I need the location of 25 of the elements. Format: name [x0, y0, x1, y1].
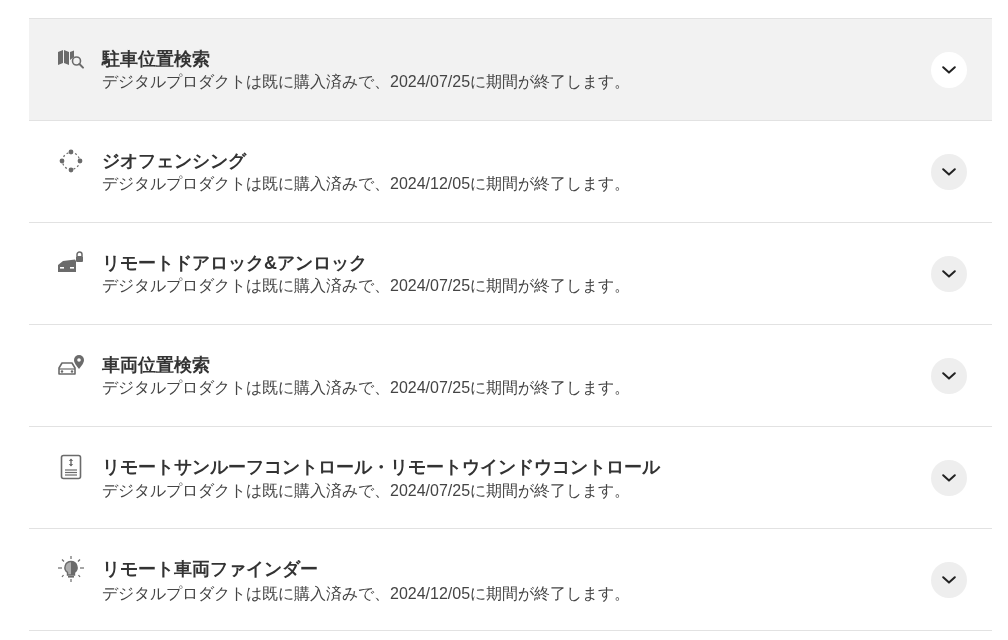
product-description: デジタルプロダクトは既に購入済みで、2024/12/05に期間が終了します。 [102, 173, 632, 194]
dotted-circle-icon [59, 148, 83, 173]
expand-button[interactable] [931, 561, 967, 598]
map-search-icon [57, 48, 85, 69]
car-pin-icon [57, 353, 85, 376]
expand-button[interactable] [931, 357, 967, 394]
list-row[interactable]: 駐車位置検索 デジタルプロダクトは既に購入済みで、2024/07/25に期間が終了します。 [29, 19, 992, 121]
product-description: デジタルプロダクトは既に購入済みで、2024/12/05に期間が終了します。 [102, 583, 632, 604]
product-title: 車両位置検索 [102, 353, 211, 377]
panel-arrows-icon [60, 453, 82, 480]
product-description: デジタルプロダクトは既に購入済みで、2024/07/25に期間が終了します。 [102, 480, 632, 501]
expand-button[interactable] [931, 51, 967, 88]
expand-button[interactable] [931, 255, 967, 292]
lightbulb-icon [57, 554, 85, 583]
expand-button[interactable] [931, 153, 967, 190]
product-title: リモート車両ファインダー [102, 557, 319, 581]
product-description: デジタルプロダクトは既に購入済みで、2024/07/25に期間が終了します。 [102, 377, 632, 398]
car-lock-icon [57, 250, 85, 275]
product-title: 駐車位置検索 [102, 47, 211, 71]
product-title: リモートドアロック&アンロック [102, 251, 368, 275]
product-title: リモートサンルーフコントロール・リモートウインドウコントロール [102, 455, 662, 479]
product-description: デジタルプロダクトは既に購入済みで、2024/07/25に期間が終了します。 [102, 275, 632, 296]
product-title: ジオフェンシング [102, 149, 248, 173]
expand-button[interactable] [931, 459, 967, 496]
product-description: デジタルプロダクトは既に購入済みで、2024/07/25に期間が終了します。 [102, 71, 632, 92]
